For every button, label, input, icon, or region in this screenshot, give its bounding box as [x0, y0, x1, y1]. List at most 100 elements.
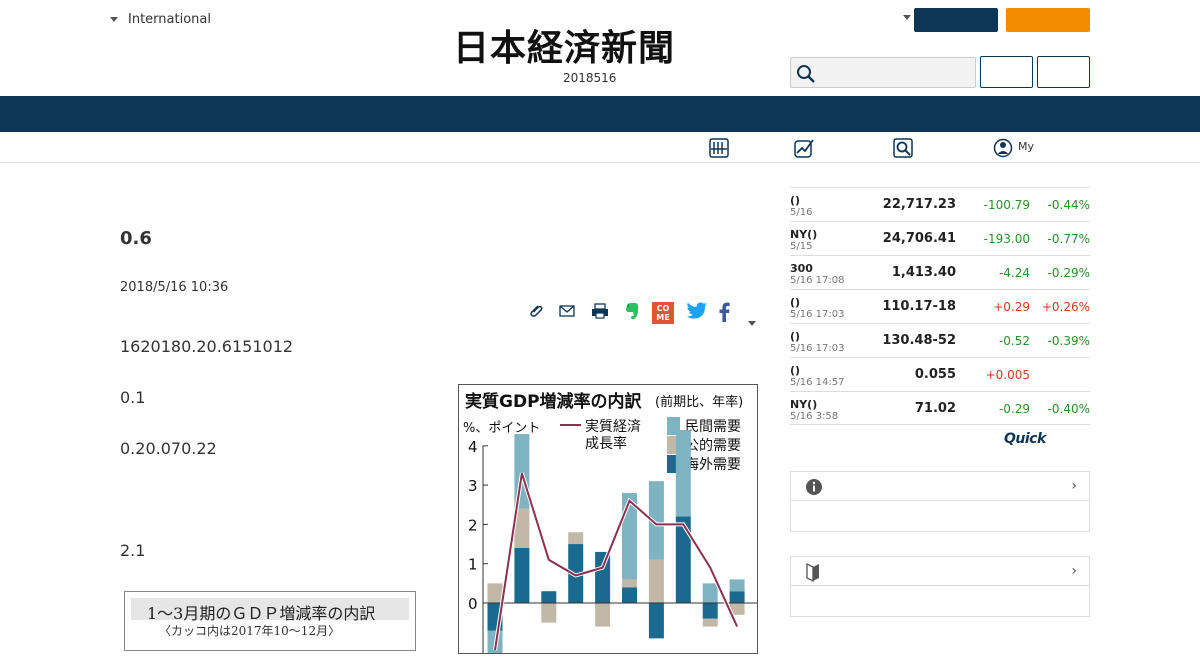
market-value: 0.055 [914, 367, 956, 382]
print-icon[interactable] [590, 302, 610, 324]
market-name: () [790, 194, 801, 207]
market-value: 110.17-18 [882, 299, 956, 314]
site-header: International 日本経済新聞 2018516 [0, 0, 1200, 96]
caret-down-icon[interactable] [903, 15, 911, 20]
y-axis-label: %、ポイント [463, 421, 540, 436]
market-change: -0.29 [998, 402, 1030, 416]
bar-segment [622, 587, 637, 603]
article-paragraph: 0.20.070.22 [120, 439, 217, 458]
bar-segment [541, 603, 557, 623]
search-input[interactable] [790, 57, 976, 88]
market-value: 71.02 [914, 401, 956, 416]
bar-segment [702, 618, 718, 627]
gdp-breakdown-table-figure[interactable]: 1～3月期のＧＤＰ増減率の内訳 〈カッコ内は2017年10～12月〉 [124, 591, 416, 651]
come-icon[interactable]: CO ME [652, 302, 674, 324]
figure-title: 1～3月期のＧＤＰ増減率の内訳 [147, 604, 376, 623]
market-row[interactable]: 300 5/16 17:08 1,413.40 -4.24 -0.29% [790, 255, 1090, 289]
market-date: 5/16 3:58 [790, 411, 839, 422]
market-change-pct: -0.44% [1047, 198, 1090, 212]
market-change: +0.005 [985, 368, 1030, 382]
my-nikkei-label[interactable]: My [1018, 140, 1034, 153]
article-paragraph: 2.1 [120, 541, 146, 560]
market-date: 5/16 [790, 207, 813, 218]
info-icon [806, 479, 822, 495]
chevron-right-icon: › [1071, 563, 1077, 579]
market-row[interactable]: NY() 5/15 24,706.41 -193.00 -0.77% [790, 221, 1090, 255]
sub-nav: My [0, 132, 1200, 163]
bar-segment [648, 603, 664, 639]
search-news-icon[interactable] [892, 137, 914, 159]
market-row[interactable]: () 5/16 22,717.23 -100.79 -0.44% [790, 187, 1090, 221]
market-change-pct: +0.26% [1041, 300, 1090, 314]
gdp-chart[interactable]: 実質GDP増減率の内訳 (前期比、年率) %、ポイント 実質経済 成長率 民間需… [458, 384, 758, 657]
trial-button[interactable] [1006, 8, 1090, 32]
market-value: 22,717.23 [882, 197, 956, 212]
legend-label-private: 民間需要 [685, 419, 741, 435]
y-tick-label: 3 [468, 477, 478, 495]
market-name: NY() [790, 228, 818, 241]
newspaper-icon[interactable] [708, 137, 730, 159]
market-change-pct: -0.39% [1047, 334, 1090, 348]
beginner-panel[interactable]: › [790, 556, 1090, 617]
market-name: () [790, 330, 801, 343]
nikkei-logo[interactable]: 日本経済新聞 [453, 28, 675, 68]
market-name: () [790, 364, 801, 377]
market-change: -0.52 [998, 334, 1030, 348]
market-row[interactable]: () 5/16 17:03 110.17-18 +0.29 +0.26% [790, 289, 1090, 323]
gdp-chart-svg: 実質GDP増減率の内訳 (前期比、年率) %、ポイント 実質経済 成長率 民間需… [463, 391, 757, 657]
chart-subtitle: (前期比、年率) [655, 394, 743, 410]
market-row[interactable]: () 5/16 14:57 0.055 +0.005 [790, 357, 1090, 391]
login-button[interactable] [980, 56, 1033, 88]
market-name: NY() [790, 398, 818, 411]
market-row[interactable]: NY() 5/16 3:58 71.02 -0.29 -0.40% [790, 391, 1090, 425]
market-date: 5/16 14:57 [790, 377, 845, 388]
info-panel[interactable]: › [790, 471, 1090, 532]
market-row[interactable]: () 5/16 17:03 130.48-52 -0.52 -0.39% [790, 323, 1090, 357]
market-name: 300 [790, 262, 813, 275]
info-panel-header[interactable]: › [791, 472, 1089, 501]
mail-icon[interactable] [558, 302, 576, 324]
beginner-panel-header[interactable]: › [791, 557, 1089, 586]
region-label: International [128, 12, 211, 27]
bar-segment [675, 430, 691, 517]
twitter-icon[interactable] [686, 302, 708, 324]
market-name: () [790, 296, 801, 309]
bar-segment [622, 579, 637, 588]
bar-segment [648, 559, 664, 603]
bar-segment [702, 583, 718, 603]
quick-logo[interactable]: Quick [1004, 431, 1046, 447]
legend-line-label-2: 成長率 [585, 435, 627, 452]
figure-subtitle: 〈カッコ内は2017年10～12月〉 [159, 624, 341, 638]
caret-down-icon [110, 17, 118, 22]
beginner-mark-icon [806, 563, 819, 583]
bar-segment [541, 591, 557, 603]
more-icon[interactable] [748, 311, 756, 330]
bar-segment [487, 583, 503, 603]
market-date: 5/15 [790, 241, 813, 252]
user-icon[interactable] [993, 137, 1013, 159]
growth-line-halo [493, 472, 739, 651]
market-value: 24,706.41 [882, 231, 956, 246]
facebook-icon[interactable] [717, 302, 731, 326]
clip-icon[interactable] [527, 302, 545, 324]
market-value: 1,413.40 [891, 265, 956, 280]
chart-icon[interactable] [792, 137, 816, 159]
register-button[interactable] [1037, 56, 1090, 88]
legend-label-public: 公的需要 [685, 438, 741, 454]
y-tick-label: 4 [468, 438, 478, 456]
market-change: -4.24 [998, 266, 1030, 280]
legend-label-external: 海外需要 [685, 457, 741, 473]
subscribe-button[interactable] [914, 8, 998, 32]
y-tick-label: 2 [468, 516, 478, 534]
bar-segment [729, 591, 745, 603]
market-change-pct: -0.40% [1047, 402, 1090, 416]
article-paragraph: 0.1 [120, 388, 146, 407]
y-tick-label: 1 [468, 556, 478, 574]
region-selector[interactable]: International [110, 12, 211, 27]
y-tick-label: 0 [468, 595, 478, 613]
bar-segment [729, 579, 745, 592]
market-change-pct: -0.77% [1047, 232, 1090, 246]
bar-segment [514, 547, 530, 603]
evernote-icon[interactable] [623, 302, 641, 326]
article-headline: 0.6 [120, 228, 152, 249]
